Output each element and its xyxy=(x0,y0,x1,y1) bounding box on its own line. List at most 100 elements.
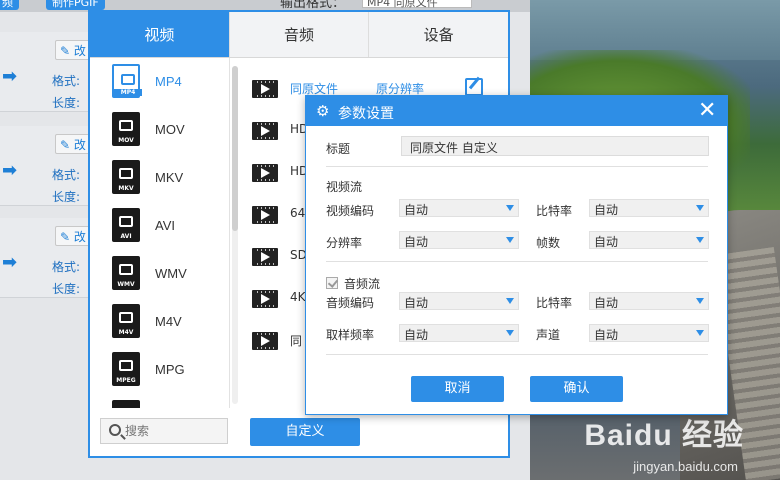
framerate-label: 帧数 xyxy=(536,236,561,250)
sample-rate-select[interactable]: 自动 xyxy=(399,324,519,342)
convert-arrow-icon[interactable]: ➡ xyxy=(2,66,17,87)
dropdown-arrow-icon xyxy=(506,205,514,211)
dropdown-arrow-icon xyxy=(696,237,704,243)
baidu-watermark: Baidu 经验 xyxy=(584,419,744,452)
output-format-select[interactable]: MP4 同原文件 xyxy=(362,0,472,9)
tab-audio[interactable]: 音频 xyxy=(230,12,370,57)
format-label: 格式: xyxy=(52,74,81,88)
framerate-select[interactable]: 自动 xyxy=(589,231,709,249)
close-icon[interactable]: ✕ xyxy=(698,98,716,124)
parameter-dialog: ⚙ 参数设置 ✕ 标题 同原文件 自定义 视频流 视频编码 自动 比特率 自动 … xyxy=(305,95,728,415)
task-row[interactable]: ➡ ✎ 改 格式: 长度: xyxy=(0,126,100,206)
audio-bitrate-select[interactable]: 自动 xyxy=(589,292,709,310)
ok-button[interactable]: 确认 xyxy=(530,376,623,402)
search-input[interactable] xyxy=(125,422,223,440)
channel-select[interactable]: 自动 xyxy=(589,324,709,342)
toolbar-button-left[interactable]: 频 xyxy=(0,0,19,10)
format-item-mpg[interactable]: MPEG MPG xyxy=(90,346,229,394)
film-icon xyxy=(252,122,278,140)
video-section-label: 视频流 xyxy=(326,180,363,194)
dropdown-arrow-icon xyxy=(506,330,514,336)
length-label: 长度: xyxy=(52,96,81,110)
custom-button[interactable]: 自定义 xyxy=(250,418,360,446)
video-file-icon: AVI xyxy=(112,208,140,242)
divider xyxy=(326,354,708,355)
dropdown-arrow-icon xyxy=(696,298,704,304)
format-item-mov[interactable]: MOV MOV xyxy=(90,106,229,154)
format-item-mp4[interactable]: MP4 MP4 xyxy=(90,58,229,106)
audio-codec-select[interactable]: 自动 xyxy=(399,292,519,310)
film-icon xyxy=(252,80,278,98)
task-row[interactable]: ➡ ✎ 改 格式: 长度: xyxy=(0,32,100,112)
edit-preset-icon[interactable] xyxy=(465,78,483,96)
audio-section-label: 音频流 xyxy=(344,277,381,291)
format-name: MKV xyxy=(155,170,184,185)
video-file-icon: MOV xyxy=(112,112,140,146)
format-name: M4V xyxy=(155,314,182,329)
dropdown-arrow-icon xyxy=(696,330,704,336)
video-codec-select[interactable]: 自动 xyxy=(399,199,519,217)
dialog-title: 参数设置 xyxy=(338,106,394,122)
format-name: MOV xyxy=(155,122,185,137)
video-bitrate-label: 比特率 xyxy=(536,204,573,218)
format-name: MP4 xyxy=(155,74,182,89)
format-item-m4v[interactable]: M4V M4V xyxy=(90,298,229,346)
format-name: MPG xyxy=(155,362,185,377)
length-label: 长度: xyxy=(52,282,81,296)
preset-name: 4K xyxy=(290,290,306,304)
tab-video[interactable]: 视频 xyxy=(90,12,230,57)
task-row[interactable]: ➡ ✎ 改 格式: 长度: xyxy=(0,218,100,298)
video-file-icon: MP4 xyxy=(112,64,142,98)
channel-label: 声道 xyxy=(536,328,561,342)
audio-codec-label: 音频编码 xyxy=(326,296,375,310)
film-icon xyxy=(252,206,278,224)
video-file-icon: MPEG xyxy=(112,352,140,386)
resolution-label: 分辨率 xyxy=(326,236,363,250)
dialog-header: ⚙ 参数设置 ✕ xyxy=(306,96,727,126)
search-icon xyxy=(109,424,121,436)
dropdown-arrow-icon xyxy=(506,298,514,304)
format-item-avi[interactable]: AVI AVI xyxy=(90,202,229,250)
audio-bitrate-label: 比特率 xyxy=(536,296,573,310)
resolution-select[interactable]: 自动 xyxy=(399,231,519,249)
make-gif-button[interactable]: 制作PGIF xyxy=(46,0,105,10)
video-file-icon xyxy=(112,400,140,408)
preset-name: 同 xyxy=(290,334,303,348)
format-label: 格式: xyxy=(52,168,81,182)
video-file-icon: M4V xyxy=(112,304,140,338)
gear-icon: ⚙ xyxy=(316,102,330,120)
cancel-button[interactable]: 取消 xyxy=(411,376,504,402)
format-name: AVI xyxy=(155,218,175,233)
dropdown-arrow-icon xyxy=(506,237,514,243)
format-item-partial[interactable] xyxy=(90,394,229,408)
format-list: MP4 MP4 MOV MOV MKV MKV AVI AVI WMV WMV … xyxy=(90,58,230,408)
video-bitrate-select[interactable]: 自动 xyxy=(589,199,709,217)
divider xyxy=(326,166,708,167)
format-label: 格式: xyxy=(52,260,81,274)
format-name: WMV xyxy=(155,266,187,281)
video-file-icon: WMV xyxy=(112,256,140,290)
video-codec-label: 视频编码 xyxy=(326,204,375,218)
film-icon xyxy=(252,248,278,266)
title-input[interactable]: 同原文件 自定义 xyxy=(401,136,709,156)
format-item-mkv[interactable]: MKV MKV xyxy=(90,154,229,202)
convert-arrow-icon[interactable]: ➡ xyxy=(2,252,17,273)
format-item-wmv[interactable]: WMV WMV xyxy=(90,250,229,298)
dropdown-arrow-icon xyxy=(696,205,704,211)
title-label: 标题 xyxy=(326,142,351,156)
film-icon xyxy=(252,290,278,308)
divider xyxy=(326,261,708,262)
film-icon xyxy=(252,164,278,182)
preset-name: 64 xyxy=(290,206,306,220)
audio-stream-checkbox[interactable] xyxy=(326,277,338,289)
format-list-scrollbar[interactable] xyxy=(232,66,238,231)
video-file-icon: MKV xyxy=(112,160,140,194)
watermark-url: jingyan.baidu.com xyxy=(633,459,738,474)
film-icon xyxy=(252,332,278,350)
convert-arrow-icon[interactable]: ➡ xyxy=(2,160,17,181)
tab-device[interactable]: 设备 xyxy=(369,12,508,57)
length-label: 长度: xyxy=(52,190,81,204)
format-tabs: 视频 音频 设备 xyxy=(90,12,508,58)
sample-rate-label: 取样频率 xyxy=(326,328,375,342)
format-search[interactable] xyxy=(100,418,228,444)
